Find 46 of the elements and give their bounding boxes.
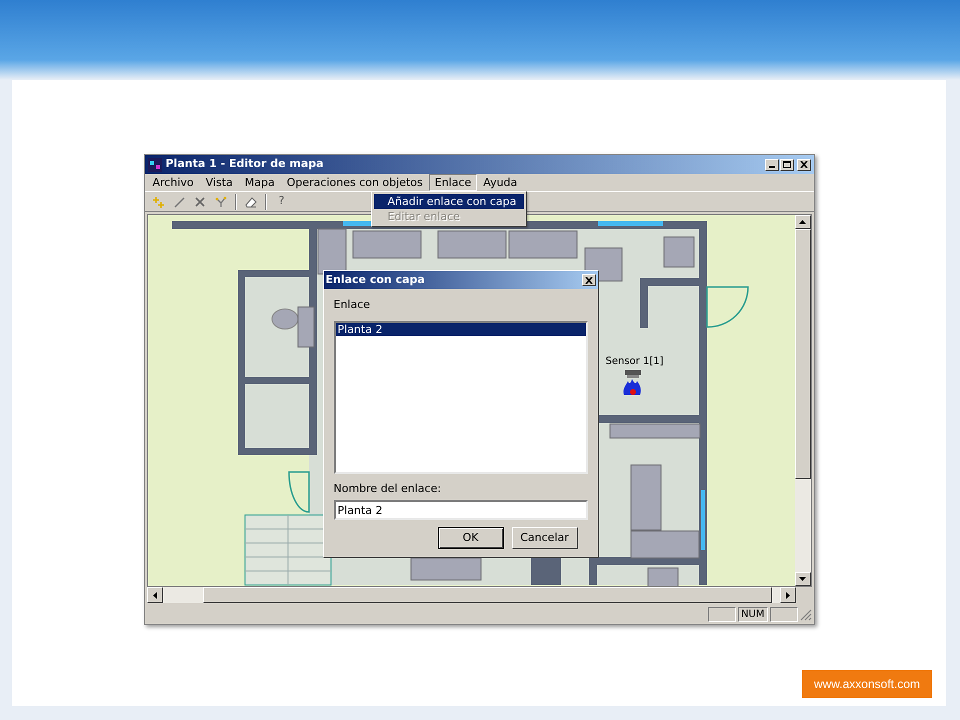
app-icon	[148, 158, 162, 172]
menu-item[interactable]: Mapa	[238, 174, 281, 191]
dialog-title: Enlace con capa	[326, 272, 426, 288]
cross-icon[interactable]	[192, 194, 206, 208]
fire-icon	[622, 379, 640, 395]
scroll-left-button[interactable]	[146, 587, 162, 603]
scroll-thumb[interactable]	[794, 229, 810, 479]
window-title: Planta 1 - Editor de mapa	[166, 156, 325, 172]
close-button[interactable]	[582, 274, 596, 286]
status-indicator: NUM	[738, 607, 768, 622]
resize-grip-icon[interactable]	[800, 608, 812, 620]
menu-item[interactable]: Ayuda	[477, 174, 524, 191]
minimize-button[interactable]	[764, 158, 778, 170]
name-label: Nombre del enlace:	[334, 482, 442, 496]
menu-item[interactable]: Archivo	[146, 174, 200, 191]
scroll-right-button[interactable]	[780, 587, 796, 603]
list-label: Enlace	[334, 298, 372, 312]
eraser-icon[interactable]	[244, 194, 258, 208]
help-button[interactable]: ?	[272, 193, 292, 210]
status-panel	[770, 607, 798, 622]
menu-item[interactable]: Enlace	[428, 174, 478, 191]
right-arrow-icon	[786, 592, 790, 598]
node-link-icon[interactable]	[214, 194, 228, 208]
layer-list[interactable]: Planta 2	[334, 321, 588, 474]
name-input-field[interactable]: Planta 2	[334, 500, 588, 520]
maximize-icon	[782, 161, 790, 168]
scroll-up-button[interactable]	[794, 215, 810, 229]
close-icon	[800, 161, 808, 168]
list-item[interactable]: Planta 2	[336, 323, 586, 336]
menu-item[interactable]: Vista	[200, 174, 239, 191]
status-panel	[708, 607, 736, 622]
down-arrow-icon	[799, 577, 806, 581]
close-icon	[584, 276, 592, 284]
maximize-button[interactable]	[780, 158, 794, 170]
cancel-button[interactable]: Cancelar	[512, 527, 578, 549]
left-arrow-icon	[152, 592, 156, 598]
sensor-label: Sensor 1[1]	[606, 355, 664, 369]
ok-button[interactable]: OK	[438, 527, 504, 549]
close-button[interactable]	[796, 158, 810, 170]
vertical-scrollbar[interactable]	[794, 215, 810, 586]
menu-item[interactable]: Añadir enlace con capa	[374, 194, 524, 209]
minimize-icon	[768, 166, 774, 168]
scroll-down-button[interactable]	[794, 572, 810, 586]
smoke-detector-icon	[624, 370, 640, 378]
up-arrow-icon	[799, 220, 806, 224]
menu-item[interactable]: Operaciones con objetos	[280, 174, 429, 191]
